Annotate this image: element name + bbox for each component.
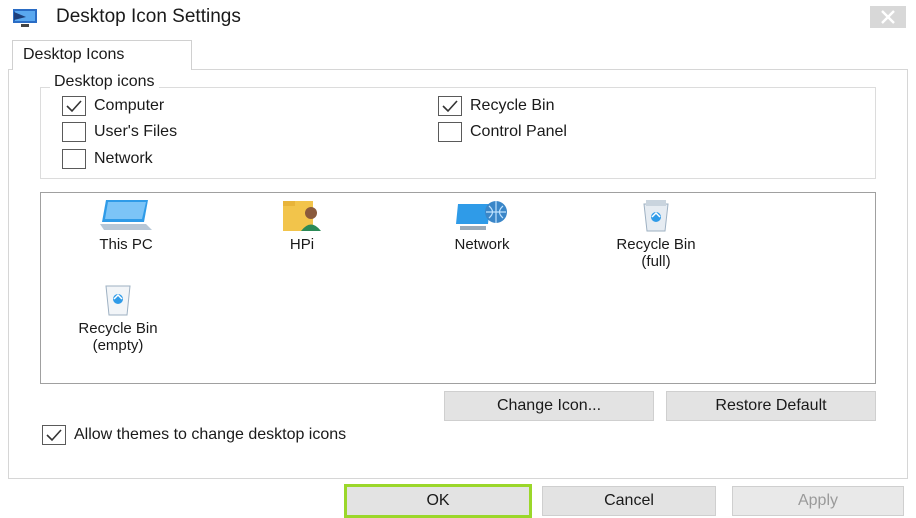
icon-label-line2: (full) [641, 253, 671, 270]
ok-button[interactable]: OK [344, 484, 532, 518]
checkbox-box[interactable] [62, 122, 86, 142]
icon-item-this-pc[interactable]: This PC [56, 198, 196, 253]
cancel-button[interactable]: Cancel [542, 486, 716, 516]
icon-label: This PC [99, 236, 153, 253]
window-title: Desktop Icon Settings [56, 6, 241, 27]
icon-label-line1: Recycle Bin [78, 320, 158, 337]
checkbox-recycle-bin[interactable]: Recycle Bin [438, 96, 554, 116]
checkbox-box[interactable] [62, 96, 86, 116]
checkbox-label: Control Panel [470, 123, 567, 140]
checkbox-label: Recycle Bin [470, 97, 555, 114]
restore-default-button[interactable]: Restore Default [666, 391, 876, 421]
check-icon [442, 100, 458, 113]
check-icon [46, 429, 62, 442]
close-button[interactable] [862, 2, 914, 32]
button-label: Change Icon... [496, 397, 602, 414]
check-icon [66, 100, 82, 113]
group-legend: Desktop icons [50, 73, 159, 91]
checkbox-control-panel[interactable]: Control Panel [438, 122, 567, 142]
checkbox-computer[interactable]: Computer [62, 96, 164, 116]
close-icon [870, 6, 906, 28]
network-globe-icon [456, 201, 507, 230]
checkbox-label: Computer [94, 97, 165, 114]
icon-label: Network [454, 236, 510, 253]
icon-item-hpi[interactable]: HPi [232, 198, 372, 253]
tab-desktop-icons[interactable]: Desktop Icons [12, 40, 192, 70]
tab-label: Desktop Icons [23, 46, 125, 63]
display-settings-icon [12, 8, 38, 28]
checkbox-box[interactable] [438, 96, 462, 116]
user-folder-icon [283, 201, 321, 231]
checkbox-network[interactable]: Network [62, 149, 153, 169]
icon-label-line2: (empty) [92, 337, 144, 354]
button-label: OK [426, 492, 450, 509]
icon-label-line1: Recycle Bin [616, 236, 696, 253]
icon-item-recycle-bin-full[interactable]: Recycle Bin (full) [586, 198, 726, 270]
icon-item-network[interactable]: Network [412, 198, 552, 253]
apply-button[interactable]: Apply [732, 486, 904, 516]
checkbox-label: User's Files [94, 123, 178, 140]
change-icon-button[interactable]: Change Icon... [444, 391, 654, 421]
button-label: Cancel [604, 492, 654, 509]
checkbox-box[interactable] [62, 149, 86, 169]
icon-label: HPi [289, 236, 315, 253]
checkbox-allow-themes[interactable]: Allow themes to change desktop icons [42, 425, 346, 445]
checkbox-box[interactable] [438, 122, 462, 142]
recycle-bin-full-icon [643, 200, 669, 232]
button-label: Apply [797, 492, 839, 509]
monitor-icon [100, 200, 152, 230]
title-bar: Desktop Icon Settings [0, 0, 916, 36]
checkbox-label: Allow themes to change desktop icons [74, 426, 347, 443]
checkbox-label: Network [94, 150, 153, 167]
checkbox-users-files[interactable]: User's Files [62, 122, 177, 142]
checkbox-box[interactable] [42, 425, 66, 445]
icon-item-recycle-bin-empty[interactable]: Recycle Bin (empty) [48, 282, 188, 354]
button-label: Restore Default [715, 397, 827, 414]
recycle-bin-empty-icon [105, 285, 131, 316]
